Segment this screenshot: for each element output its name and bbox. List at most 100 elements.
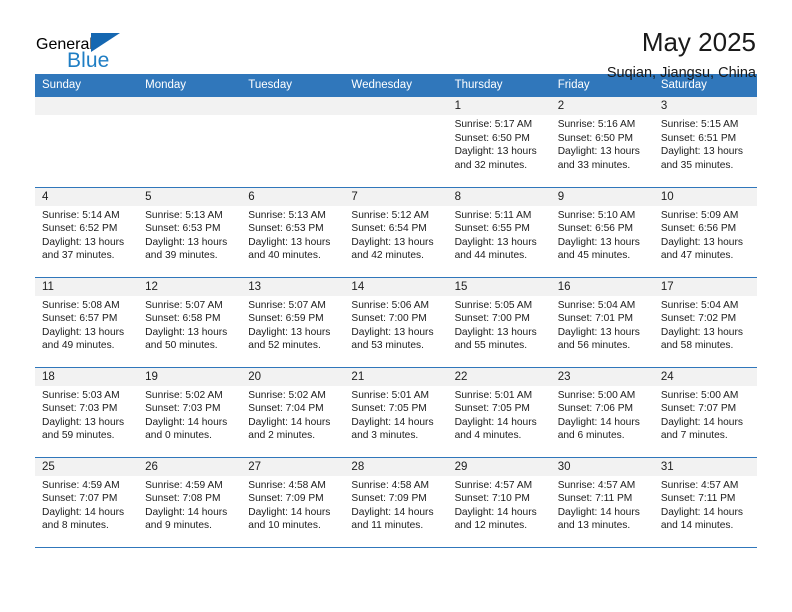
calendar-day-cell[interactable]: 26 Sunrise: 4:59 AM Sunset: 7:08 PM Dayligh…	[138, 456, 242, 547]
calendar-day-cell[interactable]: 7 Sunrise: 5:12 AM Sunset: 6:54 PM Daylight…	[344, 186, 448, 277]
calendar-day-cell[interactable]: 28 Sunrise: 4:58 AM Sunset: 7:09 PM Dayligh…	[344, 456, 448, 547]
calendar-day-cell[interactable]: 30 Sunrise: 4:57 AM Sunset: 7:11 PM Dayligh…	[550, 456, 654, 547]
calendar-day-cell[interactable]: 31 Sunrise: 4:57 AM Sunset: 7:11 PM Dayligh…	[653, 456, 757, 547]
sunset-time: Sunset: 6:57 PM	[42, 313, 118, 325]
page-subtitle: Suqian, Jiangsu, China	[606, 64, 756, 81]
calendar-day-cell[interactable]: 14 Sunrise: 5:06 AM Sunset: 7:00 PM Dayligh…	[344, 276, 448, 367]
sunrise-time: Sunrise: 4:57 AM	[660, 479, 739, 491]
sunrise-time: Sunrise: 4:59 AM	[145, 479, 223, 491]
day-details: Sunrise: 5:00 AM Sunset: 7:07 PM Daylight:…	[654, 386, 757, 443]
sunrise-time: Sunrise: 5:09 AM	[660, 209, 739, 221]
calendar-day-cell[interactable]: 13 Sunrise: 5:07 AM Sunset: 6:59 PM Dayligh…	[241, 276, 345, 367]
daylight-duration-line2: and 40 minutes.	[248, 250, 321, 262]
day-details: Sunrise: 5:13 AM Sunset: 6:53 PM Daylight:…	[138, 206, 241, 263]
day-number: 30	[550, 457, 654, 476]
general-blue-logo[interactable]: General Blue	[36, 33, 120, 71]
calendar-day-cell[interactable]: 23 Sunrise: 5:00 AM Sunset: 7:06 PM Dayligh…	[550, 366, 654, 457]
sunrise-time: Sunrise: 4:57 AM	[557, 479, 636, 491]
daylight-duration-line1: Daylight: 14 hours	[660, 506, 743, 518]
calendar-day-cell[interactable]: 3 Sunrise: 5:15 AM Sunset: 6:51 PM Daylight…	[653, 97, 757, 187]
sunset-time: Sunset: 6:56 PM	[660, 223, 737, 235]
daylight-duration-line2: and 6 minutes.	[557, 430, 625, 442]
sunrise-time: Sunrise: 5:10 AM	[557, 209, 636, 221]
calendar-day-cell[interactable]: 6 Sunrise: 5:13 AM Sunset: 6:53 PM Daylight…	[241, 186, 345, 277]
daylight-duration-line2: and 33 minutes.	[557, 159, 631, 171]
calendar-day-cell[interactable]: 20 Sunrise: 5:02 AM Sunset: 7:04 PM Dayligh…	[241, 366, 345, 457]
calendar-day-cell-empty	[344, 97, 448, 187]
calendar-day-cell[interactable]: 29 Sunrise: 4:57 AM Sunset: 7:10 PM Dayligh…	[447, 456, 551, 547]
calendar-day-cell[interactable]: 12 Sunrise: 5:07 AM Sunset: 6:58 PM Dayligh…	[138, 276, 242, 367]
calendar-day-cell-empty	[138, 97, 242, 187]
calendar-day-cell[interactable]: 1 Sunrise: 5:17 AM Sunset: 6:50 PM Daylight…	[447, 97, 551, 187]
day-details: Sunrise: 5:02 AM Sunset: 7:04 PM Daylight:…	[241, 386, 344, 443]
daylight-duration-line1: Daylight: 13 hours	[351, 326, 434, 338]
calendar-day-cell[interactable]: 27 Sunrise: 4:58 AM Sunset: 7:09 PM Dayligh…	[241, 456, 345, 547]
page-title: May 2025	[641, 27, 756, 57]
daylight-duration-line1: Daylight: 13 hours	[42, 236, 125, 248]
sunset-time: Sunset: 7:00 PM	[454, 313, 530, 325]
daylight-duration-line1: Daylight: 13 hours	[454, 146, 537, 158]
day-number	[344, 97, 448, 115]
daylight-duration-line1: Daylight: 14 hours	[351, 506, 434, 518]
calendar-week-row: 1 Sunrise: 5:17 AM Sunset: 6:50 PM Daylight…	[35, 97, 757, 187]
sunset-time: Sunset: 6:50 PM	[454, 132, 530, 144]
calendar-day-cell[interactable]: 25 Sunrise: 4:59 AM Sunset: 7:07 PM Dayligh…	[35, 456, 139, 547]
day-details: Sunrise: 5:15 AM Sunset: 6:51 PM Daylight:…	[654, 115, 757, 172]
day-number	[35, 97, 139, 115]
calendar-day-cell[interactable]: 16 Sunrise: 5:04 AM Sunset: 7:01 PM Dayligh…	[550, 276, 654, 367]
day-number: 12	[138, 277, 242, 296]
calendar-day-cell[interactable]: 24 Sunrise: 5:00 AM Sunset: 7:07 PM Dayligh…	[653, 366, 757, 457]
calendar-day-cell[interactable]: 21 Sunrise: 5:01 AM Sunset: 7:05 PM Dayligh…	[344, 366, 448, 457]
calendar-day-cell[interactable]: 17 Sunrise: 5:04 AM Sunset: 7:02 PM Dayligh…	[653, 276, 757, 367]
daylight-duration-line1: Daylight: 13 hours	[42, 326, 125, 338]
sunrise-time: Sunrise: 5:13 AM	[145, 209, 223, 221]
sunrise-time: Sunrise: 4:57 AM	[454, 479, 533, 491]
calendar-page: General Blue May 2025 Suqian, Jiangsu, C…	[0, 0, 792, 612]
daylight-duration-line1: Daylight: 13 hours	[248, 236, 331, 248]
sunset-time: Sunset: 6:50 PM	[557, 132, 634, 144]
daylight-duration-line1: Daylight: 14 hours	[454, 416, 537, 428]
daylight-duration-line1: Daylight: 14 hours	[557, 506, 640, 518]
day-number: 1	[447, 97, 551, 115]
sunset-time: Sunset: 7:09 PM	[248, 493, 324, 505]
day-details: Sunrise: 5:02 AM Sunset: 7:03 PM Daylight:…	[138, 386, 241, 443]
daylight-duration-line1: Daylight: 13 hours	[557, 146, 640, 158]
day-details: Sunrise: 5:01 AM Sunset: 7:05 PM Daylight:…	[344, 386, 447, 443]
calendar-day-cell[interactable]: 18 Sunrise: 5:03 AM Sunset: 7:03 PM Dayligh…	[35, 366, 139, 457]
day-number: 8	[447, 187, 551, 206]
calendar-day-cell[interactable]: 19 Sunrise: 5:02 AM Sunset: 7:03 PM Dayligh…	[138, 366, 242, 457]
sunrise-time: Sunrise: 5:07 AM	[248, 299, 326, 311]
daylight-duration-line2: and 56 minutes.	[557, 340, 631, 352]
sunset-time: Sunset: 7:10 PM	[454, 493, 530, 505]
sunset-time: Sunset: 7:05 PM	[454, 403, 530, 415]
sunset-time: Sunset: 7:00 PM	[351, 313, 427, 325]
day-number	[241, 97, 345, 115]
day-number: 28	[344, 457, 448, 476]
daylight-duration-line2: and 58 minutes.	[660, 340, 734, 352]
sunset-time: Sunset: 7:01 PM	[557, 313, 634, 325]
day-details: Sunrise: 4:59 AM Sunset: 7:07 PM Daylight:…	[35, 476, 138, 533]
sunrise-time: Sunrise: 5:04 AM	[557, 299, 636, 311]
daylight-duration-line2: and 3 minutes.	[351, 430, 419, 442]
sunrise-time: Sunrise: 5:00 AM	[557, 389, 636, 401]
sunrise-time: Sunrise: 5:06 AM	[351, 299, 430, 311]
daylight-duration-line2: and 39 minutes.	[145, 250, 218, 262]
calendar-day-cell[interactable]: 22 Sunrise: 5:01 AM Sunset: 7:05 PM Dayligh…	[447, 366, 551, 457]
calendar-day-cell[interactable]: 2 Sunrise: 5:16 AM Sunset: 6:50 PM Daylight…	[550, 97, 654, 187]
sunset-time: Sunset: 7:03 PM	[42, 403, 118, 415]
day-number: 4	[35, 187, 139, 206]
calendar-day-cell[interactable]: 8 Sunrise: 5:11 AM Sunset: 6:55 PM Daylight…	[447, 186, 551, 277]
sunrise-time: Sunrise: 5:04 AM	[660, 299, 739, 311]
day-number: 20	[241, 367, 345, 386]
calendar-day-cell[interactable]: 4 Sunrise: 5:14 AM Sunset: 6:52 PM Daylight…	[35, 186, 139, 277]
sunset-time: Sunset: 7:03 PM	[145, 403, 221, 415]
calendar-day-cell[interactable]: 15 Sunrise: 5:05 AM Sunset: 7:00 PM Dayligh…	[447, 276, 551, 367]
daylight-duration-line2: and 4 minutes.	[454, 430, 522, 442]
calendar-day-cell[interactable]: 5 Sunrise: 5:13 AM Sunset: 6:53 PM Daylight…	[138, 186, 242, 277]
calendar-day-cell[interactable]: 11 Sunrise: 5:08 AM Sunset: 6:57 PM Dayligh…	[35, 276, 139, 367]
calendar-day-cell[interactable]: 9 Sunrise: 5:10 AM Sunset: 6:56 PM Daylight…	[550, 186, 654, 277]
day-number: 18	[35, 367, 139, 386]
calendar-day-cell[interactable]: 10 Sunrise: 5:09 AM Sunset: 6:56 PM Dayligh…	[653, 186, 757, 277]
daylight-duration-line2: and 10 minutes.	[248, 520, 321, 532]
daylight-duration-line2: and 37 minutes.	[42, 250, 115, 262]
